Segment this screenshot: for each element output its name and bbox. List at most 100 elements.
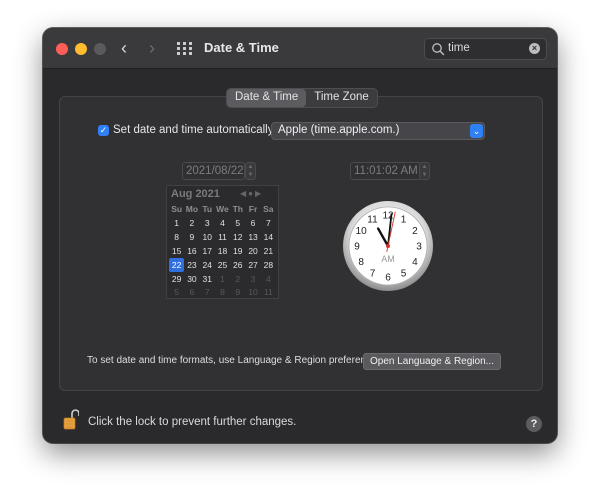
- weekday-label: Su: [171, 204, 183, 214]
- close-button[interactable]: [56, 43, 68, 55]
- clock-number: 3: [416, 242, 422, 253]
- calendar-day: 14: [263, 232, 274, 242]
- title-bar: ‹ › Date & Time time ×: [43, 28, 557, 69]
- time-field: 11:01:02 AM: [350, 162, 421, 180]
- clear-icon[interactable]: ×: [529, 43, 540, 54]
- chevron-left-icon[interactable]: ‹: [121, 39, 127, 57]
- calendar-day: 4: [220, 218, 225, 228]
- calendar-day: 23: [187, 260, 197, 270]
- calendar-week: 22 23 24 25 26 27 28: [169, 258, 276, 272]
- weekday-label: Th: [232, 204, 243, 214]
- calendar-month: Aug 2021: [171, 188, 220, 200]
- calendar-day: 4: [265, 274, 271, 284]
- auto-time-label: Set date and time automatically:: [113, 124, 277, 136]
- calendar-day: 17: [202, 246, 212, 256]
- calendar-day: 21: [263, 246, 274, 256]
- weekday-label: Sa: [263, 204, 274, 214]
- calendar-day: 10: [202, 232, 212, 242]
- date-field: 2021/08/22: [182, 162, 245, 180]
- clock-number: 4: [412, 257, 418, 268]
- calendar-week: 29 30 31 1 2 3 4: [169, 272, 276, 286]
- tab-bar: Date & Time Time Zone: [226, 88, 378, 108]
- clock-number: 10: [356, 226, 368, 237]
- time-server-value: Apple (time.apple.com.): [278, 124, 400, 136]
- weekday-label: Fr: [248, 204, 258, 214]
- calendar: Aug 2021 ◀●▶ Su Mo Tu We Th Fr Sa 1 2 3 …: [166, 185, 279, 299]
- formats-text: To set date and time formats, use Langua…: [87, 355, 385, 366]
- calendar-day: 8: [220, 287, 225, 297]
- analog-clock: 12 12 3 45678 9 1011 AM: [343, 201, 433, 291]
- preferences-window: ‹ › Date & Time time × Date & Time Time …: [43, 28, 557, 443]
- calendar-day: 10: [248, 287, 258, 297]
- calendar-day: 28: [263, 260, 274, 270]
- zoom-button[interactable]: [94, 43, 106, 55]
- calendar-nav-icons: ◀●▶: [240, 189, 264, 198]
- grid-icon[interactable]: [177, 42, 192, 55]
- weekday-header: Su Mo Tu We Th Fr Sa: [169, 202, 276, 216]
- lock-text: Click the lock to prevent further change…: [88, 416, 297, 428]
- search-field[interactable]: time ×: [424, 38, 547, 60]
- calendar-day: 13: [248, 232, 258, 242]
- minimize-button[interactable]: [75, 43, 87, 55]
- calendar-day: 7: [204, 287, 210, 297]
- calendar-day: 15: [171, 246, 182, 256]
- date-stepper: ▲ ▼: [245, 162, 256, 180]
- calendar-day: 31: [202, 274, 212, 284]
- calendar-day: 9: [189, 232, 195, 242]
- clock-number: 7: [370, 268, 376, 279]
- tab-date-time[interactable]: Date & Time: [227, 89, 307, 107]
- auto-time-checkbox[interactable]: ✓: [98, 125, 109, 136]
- clock-period: AM: [381, 254, 395, 264]
- calendar-day: 1: [174, 218, 179, 228]
- calendar-day: 20: [248, 246, 258, 256]
- calendar-day: 5: [235, 218, 241, 228]
- clock-number: 11: [367, 215, 378, 226]
- calendar-day: 2: [235, 274, 241, 284]
- calendar-day: 6: [250, 218, 256, 228]
- calendar-day: 3: [204, 218, 210, 228]
- calendar-day: 19: [233, 246, 243, 256]
- weekday-label: Mo: [185, 204, 199, 214]
- weekday-label: Tu: [202, 204, 213, 214]
- calendar-day: 9: [235, 287, 241, 297]
- weekday-label: We: [216, 204, 229, 214]
- clock-number: 8: [358, 257, 364, 268]
- calendar-week: 1 2 3 4 5 6 7: [169, 216, 276, 230]
- time-stepper: ▲ ▼: [419, 162, 430, 180]
- chevron-down-icon[interactable]: ⌄: [470, 124, 483, 138]
- calendar-day-selected: 22: [169, 258, 185, 272]
- search-icon: [432, 43, 445, 56]
- calendar-day: 16: [187, 246, 197, 256]
- calendar-day: 11: [263, 287, 273, 297]
- help-icon[interactable]: ?: [526, 416, 542, 432]
- search-input[interactable]: time: [448, 42, 470, 54]
- calendar-day: 7: [265, 218, 271, 228]
- calendar-day: 18: [217, 246, 228, 256]
- clock-number: 1: [401, 215, 407, 226]
- calendar-week: 8 9 10 11 12 13 14: [169, 230, 276, 244]
- tab-time-zone[interactable]: Time Zone: [306, 89, 377, 107]
- calendar-day: 3: [250, 274, 256, 284]
- calendar-day: 30: [187, 274, 197, 284]
- calendar-week: 15 16 17 18 19 20 21: [169, 244, 276, 258]
- window-title: Date & Time: [204, 40, 279, 55]
- open-language-region-button[interactable]: Open Language & Region...: [363, 353, 501, 370]
- calendar-day: 12: [233, 232, 243, 242]
- clock-number: 5: [401, 268, 407, 279]
- calendar-day: 29: [171, 274, 182, 284]
- clock-number: 12: [382, 211, 394, 222]
- calendar-day: 25: [217, 260, 228, 270]
- calendar-day: 11: [218, 232, 227, 242]
- chevron-right-icon[interactable]: ›: [149, 39, 155, 57]
- clock-number: 6: [385, 273, 391, 284]
- time-server-select[interactable]: Apple (time.apple.com.) ⌄: [271, 122, 485, 140]
- calendar-day: 24: [202, 260, 212, 270]
- lock-icon[interactable]: [63, 408, 79, 432]
- calendar-day: 8: [174, 232, 179, 242]
- calendar-week: 5 6 7 8 9 10 11: [169, 285, 276, 299]
- calendar-day: 26: [233, 260, 243, 270]
- calendar-day: 2: [189, 218, 195, 228]
- calendar-day: 27: [248, 260, 258, 270]
- clock-center: [386, 244, 390, 248]
- calendar-day: 1: [220, 274, 225, 284]
